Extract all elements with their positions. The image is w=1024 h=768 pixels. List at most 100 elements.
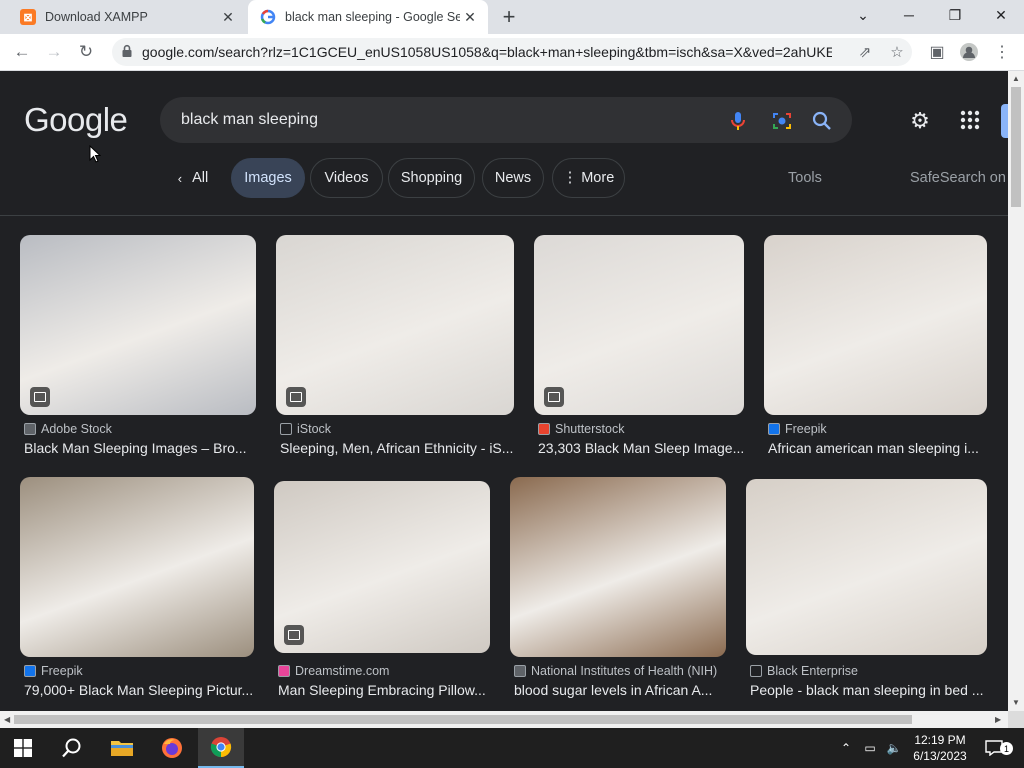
result-thumbnail[interactable] [764,235,987,415]
forward-button[interactable]: → [41,39,67,65]
horizontal-scrollbar[interactable]: ◀ ▶ [0,711,1008,728]
chevron-up-icon[interactable]: ⌃ [836,738,856,758]
safesearch-button[interactable]: SafeSearch on [910,170,1006,186]
filter-more[interactable]: ⋮ More [552,158,625,198]
side-panel-icon[interactable]: ▣ [924,39,950,65]
tab-google-search[interactable]: black man sleeping - Google Sea ✕ [248,0,488,34]
search-icon[interactable] [810,109,834,133]
filter-images[interactable]: Images [231,158,305,198]
result-title[interactable]: blood sugar levels in African A... [514,682,726,698]
share-icon[interactable]: ⇗ [856,43,874,61]
result-source[interactable]: Adobe Stock [24,422,112,436]
image-result[interactable]: National Institutes of Health (NIH) bloo… [510,477,726,707]
tab-download-xampp[interactable]: ⊠ Download XAMPP ✕ [8,0,246,34]
search-query[interactable]: black man sleeping [181,111,318,129]
result-source[interactable]: Shutterstock [538,422,624,436]
new-tab-button[interactable]: + [497,4,521,29]
scroll-up-icon[interactable]: ▲ [1012,74,1020,83]
tab-title: black man sleeping - Google Sea [285,10,460,24]
firefox-icon[interactable] [149,728,195,768]
result-thumbnail[interactable] [534,235,744,415]
image-result[interactable]: Black Enterprise People - black man slee… [746,479,987,707]
file-explorer-icon[interactable] [99,728,145,768]
close-icon[interactable]: ✕ [460,7,480,27]
filter-videos[interactable]: Videos [310,158,383,198]
network-icon[interactable]: ▭ [860,738,880,758]
result-title[interactable]: 79,000+ Black Man Sleeping Pictur... [24,682,254,698]
reload-button[interactable]: ↻ [73,39,99,65]
result-source[interactable]: iStock [280,422,331,436]
source-favicon [768,423,780,435]
lens-camera-icon[interactable] [770,109,794,133]
source-favicon [24,423,36,435]
image-icon [544,387,564,407]
result-title[interactable]: African american man sleeping i... [768,440,987,456]
chrome-icon[interactable] [198,728,244,768]
volume-muted-icon[interactable]: 🔈 [884,738,904,758]
result-title[interactable]: People - black man sleeping in bed ... [750,682,991,698]
result-title[interactable]: Man Sleeping Embracing Pillow... [278,682,490,698]
image-result[interactable]: Adobe Stock Black Man Sleeping Images – … [20,235,256,465]
vertical-scrollbar[interactable]: ▲ ▼ [1008,71,1024,711]
result-source[interactable]: Freepik [768,422,827,436]
minimize-button[interactable]: ─ [886,0,932,30]
restore-button[interactable]: ❐ [932,0,978,30]
browser-menu-icon[interactable]: ⋮ [989,39,1015,65]
filter-news[interactable]: News [482,158,544,198]
tab-strip: ⊠ Download XAMPP ✕ black man sleeping - … [0,0,1024,34]
result-thumbnail[interactable] [20,477,254,657]
search-filters: ‹ All Images Videos Shopping News ⋮ More… [0,158,1008,200]
bookmark-star-icon[interactable]: ☆ [888,43,906,61]
scroll-left-icon[interactable]: ◀ [4,715,10,724]
result-source[interactable]: Dreamstime.com [278,664,389,678]
result-source[interactable]: Black Enterprise [750,664,858,678]
scroll-right-icon[interactable]: ▶ [995,715,1001,724]
chevron-left-icon: ‹ [177,170,183,186]
address-bar[interactable]: google.com/search?rlz=1C1GCEU_enUS1058US… [112,38,912,66]
source-name: Freepik [785,422,827,436]
result-thumbnail[interactable] [20,235,256,415]
filter-shopping[interactable]: Shopping [388,158,475,198]
tools-button[interactable]: Tools [788,170,822,186]
close-icon[interactable]: ✕ [218,7,238,27]
source-name: Freepik [41,664,83,678]
google-logo[interactable]: Google [24,101,128,139]
vertical-scroll-thumb[interactable] [1011,87,1021,207]
image-result[interactable]: Shutterstock 23,303 Black Man Sleep Imag… [534,235,744,465]
search-box[interactable]: black man sleeping [160,97,852,143]
apps-grid-icon[interactable] [958,108,982,132]
tab-search-icon[interactable]: ⌄ [840,0,886,30]
sign-in-button[interactable] [1001,104,1008,138]
result-title[interactable]: 23,303 Black Man Sleep Image... [538,440,744,456]
back-button[interactable]: ← [9,39,35,65]
horizontal-scroll-thumb[interactable] [14,715,912,724]
scroll-down-icon[interactable]: ▼ [1012,698,1020,707]
result-thumbnail[interactable] [276,235,514,415]
source-favicon [514,665,526,677]
profile-avatar[interactable] [956,39,982,65]
result-thumbnail[interactable] [510,477,726,657]
clock-date: 6/13/2023 [913,749,967,763]
search-icon[interactable] [49,728,95,768]
result-source[interactable]: Freepik [24,664,83,678]
filter-all[interactable]: ‹ All [168,158,218,198]
image-result[interactable]: Dreamstime.com Man Sleeping Embracing Pi… [274,481,490,707]
close-window-button[interactable]: ✕ [978,0,1024,30]
source-favicon [278,665,290,677]
image-result[interactable]: iStock Sleeping, Men, African Ethnicity … [276,235,514,465]
source-name: iStock [297,422,332,436]
result-thumbnail[interactable] [274,481,490,653]
start-button[interactable] [0,728,46,768]
system-clock[interactable]: 12:19 PM 6/13/2023 [908,732,972,764]
result-thumbnail[interactable] [746,479,987,655]
xampp-icon: ⊠ [20,9,36,25]
result-title[interactable]: Sleeping, Men, African Ethnicity - iS... [280,440,514,456]
image-result[interactable]: Freepik African american man sleeping i.… [764,235,987,465]
gear-icon[interactable]: ⚙ [906,107,934,135]
image-result[interactable]: Freepik 79,000+ Black Man Sleeping Pictu… [20,477,254,707]
microphone-icon[interactable] [726,109,750,133]
filter-label: News [494,170,532,186]
result-source[interactable]: National Institutes of Health (NIH) [514,664,717,678]
url-text: google.com/search?rlz=1C1GCEU_enUS1058US… [142,44,832,60]
result-title[interactable]: Black Man Sleeping Images – Bro... [24,440,256,456]
